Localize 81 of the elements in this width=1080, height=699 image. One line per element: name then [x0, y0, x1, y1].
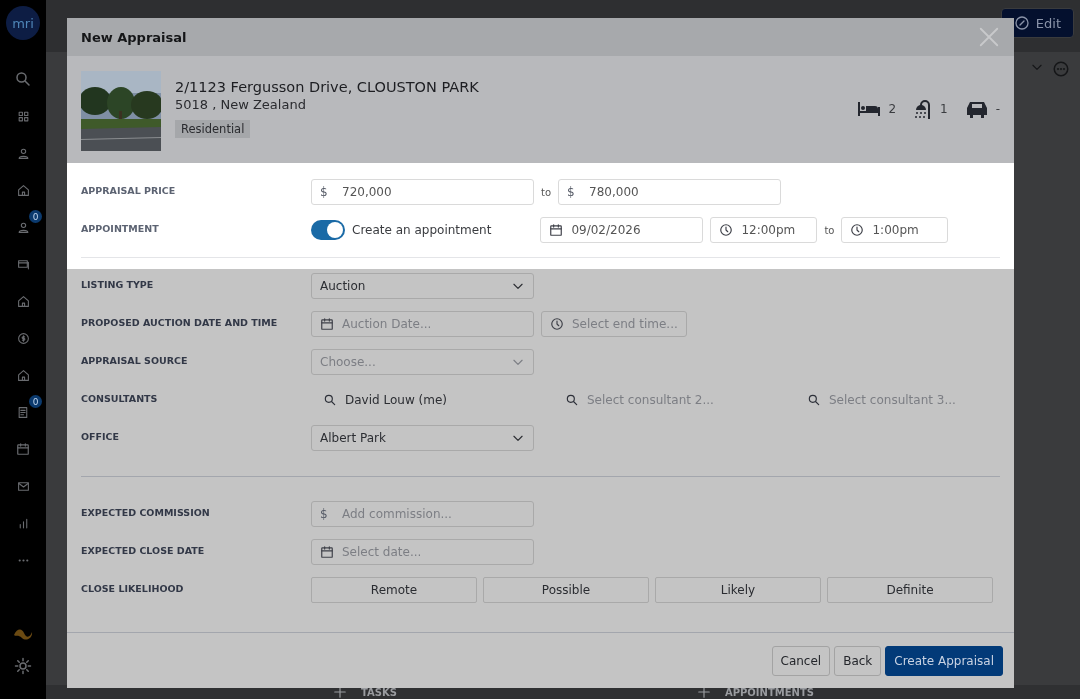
field-label: LISTING TYPE: [81, 278, 155, 290]
toggle-label: Create an appointment: [352, 223, 492, 237]
search-icon: [323, 393, 337, 407]
likelihood-option[interactable]: Likely: [655, 577, 821, 603]
dollar-icon: [16, 331, 30, 345]
car-icon: [965, 100, 988, 118]
feature-count: 1: [940, 102, 948, 116]
field-label: PROPOSED AUCTION DATE AND TIME: [81, 316, 279, 328]
calendar-icon: [16, 442, 30, 456]
card-icon: [16, 257, 30, 271]
likelihood-option[interactable]: Remote: [311, 577, 477, 603]
field-label: CLOSE LIKELIHOOD: [81, 582, 185, 594]
field-label: EXPECTED CLOSE DATE: [81, 544, 206, 556]
mail-icon: [16, 479, 30, 493]
app-logo[interactable]: mri: [6, 6, 40, 40]
bed-icon: [858, 102, 881, 116]
nav-button[interactable]: [14, 70, 32, 88]
consultant-search-field[interactable]: Select consultant 2...: [587, 393, 767, 407]
feature-count: 2: [888, 102, 896, 116]
shower-icon: [914, 99, 932, 119]
settings-icon: [14, 656, 32, 676]
property-address: 2/1123 Fergusson Drive, CLOUSTON PARK: [175, 78, 479, 95]
dropdown[interactable]: Albert Park: [311, 425, 534, 451]
field-label: APPOINTMENT: [81, 222, 160, 234]
brand-logo-icon: [12, 627, 34, 643]
property-type-tag: Residential: [175, 120, 251, 138]
house-icon: [16, 294, 30, 308]
field-label: CONSULTANTS: [81, 392, 159, 404]
likelihood-option[interactable]: Possible: [483, 577, 649, 603]
more-icon: [1052, 60, 1070, 78]
calendar-icon: [320, 317, 334, 331]
currency-symbol: $: [320, 185, 328, 199]
list-icon: [16, 405, 30, 419]
house-icon: [16, 368, 30, 382]
person-icon: [16, 220, 30, 234]
grid-icon: [16, 109, 30, 123]
plus-icon: [333, 685, 347, 699]
feature-count: -: [995, 102, 1000, 116]
primary-button[interactable]: Create Appraisal: [885, 645, 1003, 676]
search-icon: [565, 393, 579, 407]
clock-icon: [850, 223, 865, 237]
secondary-button[interactable]: Back: [834, 645, 882, 676]
dropdown[interactable]: Auction: [311, 273, 534, 299]
search-icon: [14, 70, 32, 88]
home-icon: [16, 183, 30, 197]
section-heading: APPOINTMENTS: [724, 686, 814, 698]
dialog-title: New Appraisal: [81, 29, 187, 45]
property-locality: 5018 , New Zealand: [175, 97, 306, 112]
range-separator: to: [824, 224, 835, 236]
search-icon: [807, 393, 821, 407]
date-field[interactable]: Select date...: [311, 539, 534, 565]
time-field[interactable]: Select end time...: [541, 311, 687, 337]
clock-icon: [719, 223, 734, 237]
date-field[interactable]: Auction Date...: [311, 311, 534, 337]
nav-button[interactable]: [14, 440, 32, 458]
close-icon: [978, 26, 1000, 48]
currency-symbol: $: [320, 507, 328, 521]
consultant-search-field[interactable]: David Louw (me): [345, 393, 525, 407]
time-field[interactable]: 1:00pm: [841, 217, 949, 243]
field-label: OFFICE: [81, 430, 121, 442]
field-label: EXPECTED COMMISSION: [81, 506, 211, 518]
count-badge: 0: [29, 395, 42, 408]
calendar-icon: [320, 545, 334, 559]
secondary-button[interactable]: Cancel: [771, 645, 831, 676]
person-icon: [16, 146, 30, 160]
count-badge: 0: [29, 210, 42, 223]
section-heading: TASKS: [361, 686, 397, 698]
calendar-icon: [549, 223, 564, 237]
settings-button[interactable]: [14, 657, 32, 675]
currency-symbol: $: [567, 185, 575, 199]
time-field[interactable]: 12:00pm: [710, 217, 818, 243]
consultant-search-field[interactable]: Select consultant 3...: [829, 393, 1009, 407]
date-field[interactable]: 09/02/2026: [540, 217, 704, 243]
clock-icon: [550, 317, 564, 331]
range-separator: to: [541, 186, 552, 198]
likelihood-option[interactable]: Definite: [827, 577, 993, 603]
field-label: APPRAISAL SOURCE: [81, 354, 189, 366]
edit-icon: [1013, 15, 1030, 31]
appointment-toggle[interactable]: [311, 220, 345, 240]
plus-icon: [696, 685, 711, 699]
field-label: APPRAISAL PRICE: [81, 184, 177, 196]
